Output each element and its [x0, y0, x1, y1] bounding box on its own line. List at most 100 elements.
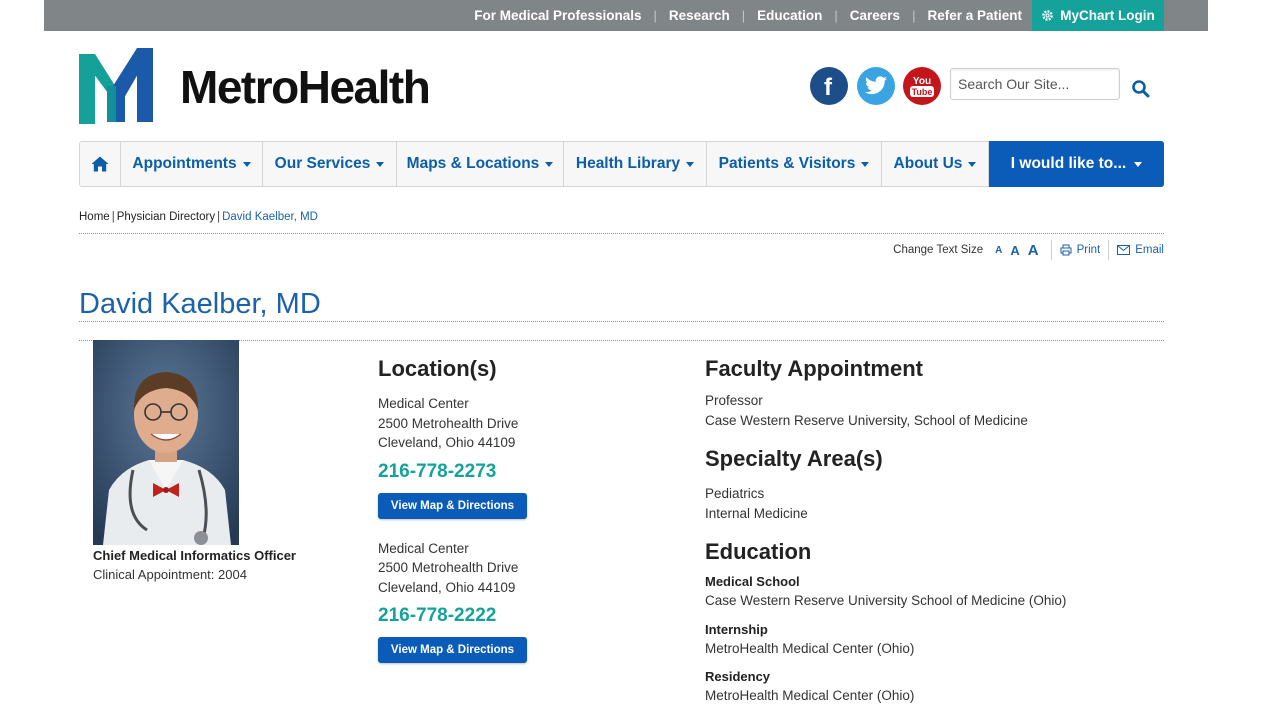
divider — [1108, 240, 1110, 260]
specialty-heading: Specialty Area(s) — [705, 446, 883, 471]
location-city: Cleveland, Ohio 44109 — [378, 435, 516, 450]
location-phone[interactable]: 216-778-2222 — [378, 604, 678, 628]
caret-down-icon — [1134, 161, 1143, 167]
link-education[interactable]: Education — [757, 8, 822, 23]
location-name: Medical Center — [378, 540, 469, 556]
divider — [1050, 240, 1052, 260]
nav-health-library[interactable]: Health Library — [564, 142, 707, 186]
specialty-item: Internal Medicine — [705, 505, 808, 521]
nav-appointments[interactable]: Appointments — [121, 142, 263, 186]
location-name: Medical Center — [378, 396, 469, 411]
email-link[interactable]: Email — [1117, 244, 1164, 256]
email-label: Email — [1135, 244, 1164, 256]
education-value: Case Western Reserve University School o… — [705, 593, 1067, 608]
nav-home-button[interactable] — [80, 142, 121, 186]
education-value: MetroHealth Medical Center (Ohio) — [705, 688, 915, 703]
physician-photo — [93, 340, 239, 545]
text-size-small[interactable]: A — [995, 245, 1002, 256]
main-nav: Appointments Our Services Maps & Locatio… — [79, 141, 1164, 187]
faculty-heading: Faculty Appointment — [705, 356, 923, 381]
svg-text:Tube: Tube — [912, 87, 933, 97]
nav-label: About Us — [893, 155, 963, 172]
nav-maps-locations[interactable]: Maps & Locations — [397, 142, 564, 186]
breadcrumb-physician-directory[interactable]: Physician Directory — [117, 211, 215, 223]
education-heading: Education — [705, 539, 812, 564]
specialty-item: Pediatrics — [705, 486, 765, 501]
view-map-button[interactable]: View Map & Directions — [378, 492, 527, 519]
page-tools: Change Text Size A A A Print Email — [893, 240, 1164, 260]
search-icon[interactable] — [1131, 79, 1151, 99]
cta-label: I would like to... — [1010, 155, 1127, 172]
education-label: Residency — [705, 669, 771, 684]
locations-section: Location(s) Medical Center 2500 Metrohea… — [378, 356, 678, 663]
caret-down-icon — [376, 161, 385, 167]
divider: | — [653, 8, 657, 23]
location-phone[interactable]: 216-778-2273 — [378, 460, 678, 484]
faculty-institution: Case Western Reserve University, School … — [705, 412, 1028, 428]
text-size-label: Change Text Size — [893, 244, 984, 256]
divider: | — [741, 8, 746, 23]
clinical-appointment: Clinical Appointment: 2004 — [93, 567, 247, 582]
svg-text:f: f — [824, 75, 833, 97]
link-careers[interactable]: Careers — [850, 8, 900, 23]
link-research[interactable]: Research — [669, 8, 730, 23]
location-city: Cleveland, Ohio 44109 — [378, 579, 516, 595]
location-street: 2500 Metrohealth Drive — [378, 415, 519, 431]
nav-label: Appointments — [132, 155, 237, 172]
utility-bar: For Medical Professionals | Research | E… — [44, 0, 1208, 31]
divider: | — [111, 211, 115, 223]
print-label: Print — [1076, 244, 1101, 256]
view-map-button[interactable]: View Map & Directions — [378, 637, 527, 663]
home-icon — [91, 156, 109, 172]
print-link[interactable]: Print — [1060, 244, 1101, 256]
caret-down-icon — [686, 161, 695, 167]
caret-down-icon — [861, 161, 870, 167]
divider — [79, 233, 1164, 234]
brand-name[interactable]: MetroHealth — [180, 60, 431, 114]
divider: | — [834, 8, 838, 23]
divider: | — [217, 211, 221, 223]
page-title: David Kaelber, MD — [79, 288, 321, 320]
mychart-label: MyChart Login — [1060, 8, 1155, 23]
education-label: Internship — [705, 621, 768, 637]
caret-down-icon — [242, 161, 251, 167]
divider — [79, 340, 1164, 341]
breadcrumb: Home | Physician Directory | David Kaelber, … — [79, 211, 318, 223]
gear-icon — [1042, 10, 1054, 21]
credentials-section: Faculty Appointment Professor Case Weste… — [705, 356, 1185, 706]
divider — [79, 321, 1164, 322]
education-label: Medical School — [705, 574, 800, 589]
twitter-icon[interactable] — [857, 67, 895, 105]
locations-heading: Location(s) — [378, 356, 497, 381]
caret-down-icon — [545, 161, 554, 167]
nav-about-us[interactable]: About Us — [882, 142, 989, 186]
education-value: MetroHealth Medical Center (Ohio) — [705, 640, 915, 656]
nav-label: Patients & Visitors — [718, 155, 856, 172]
i-would-like-to-button[interactable]: I would like to... — [989, 141, 1164, 187]
breadcrumb-home[interactable]: Home — [79, 211, 110, 223]
caret-down-icon — [968, 161, 977, 167]
metrohealth-logo-icon[interactable] — [79, 48, 153, 124]
physician-title: Chief Medical Informatics Officer — [93, 548, 296, 563]
search-input[interactable] — [950, 68, 1120, 100]
text-size-medium[interactable]: A — [1010, 243, 1019, 258]
email-icon — [1117, 245, 1131, 255]
print-icon — [1060, 244, 1072, 256]
text-size-large[interactable]: A — [1028, 242, 1039, 259]
faculty-role: Professor — [705, 393, 763, 408]
youtube-icon[interactable]: You Tube — [903, 67, 941, 105]
nav-label: Health Library — [575, 155, 681, 172]
breadcrumb-current: David Kaelber, MD — [222, 211, 318, 223]
facebook-icon[interactable]: f — [810, 67, 848, 105]
location-street: 2500 Metrohealth Drive — [378, 560, 519, 575]
divider: | — [912, 8, 916, 23]
nav-label: Our Services — [274, 155, 371, 172]
svg-text:You: You — [913, 76, 931, 87]
utility-links: For Medical Professionals | Research | E… — [474, 0, 1022, 31]
nav-label: Maps & Locations — [406, 155, 540, 172]
mychart-login-button[interactable]: MyChart Login — [1032, 0, 1164, 31]
nav-our-services[interactable]: Our Services — [263, 142, 397, 186]
link-medical-professionals[interactable]: For Medical Professionals — [474, 8, 641, 23]
link-refer-patient[interactable]: Refer a Patient — [927, 8, 1022, 23]
nav-patients-visitors[interactable]: Patients & Visitors — [707, 142, 882, 186]
